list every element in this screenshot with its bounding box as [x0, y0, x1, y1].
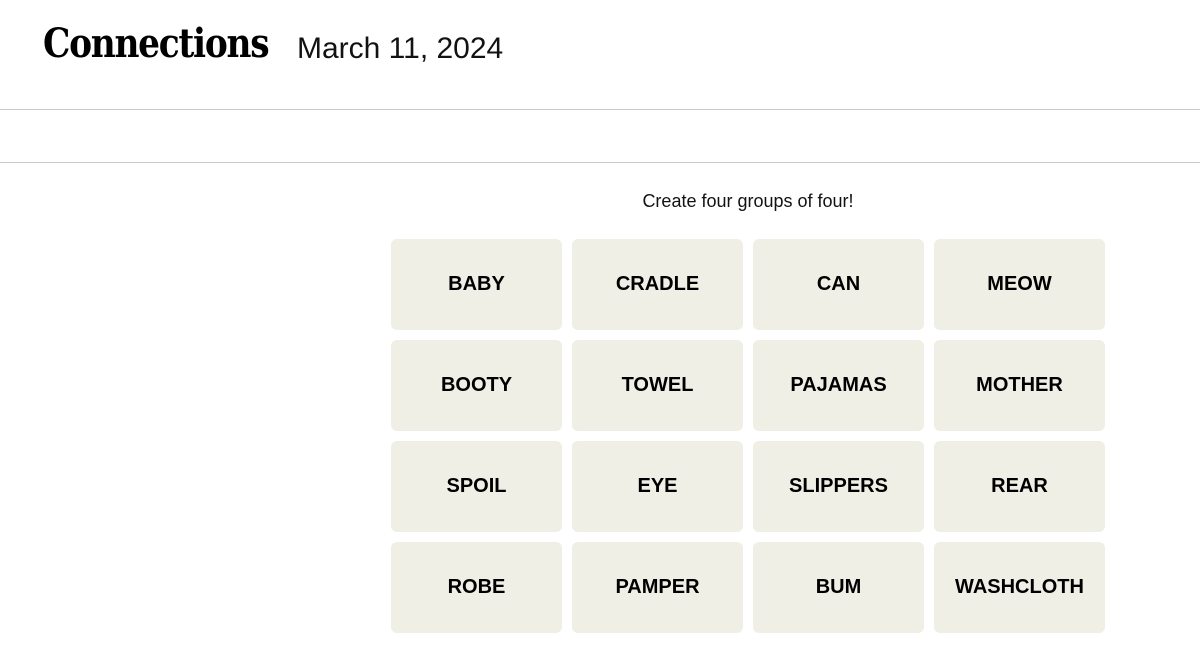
word-tile[interactable]: TOWEL — [572, 340, 743, 431]
word-tile[interactable]: PAMPER — [572, 542, 743, 633]
word-grid: BABY CRADLE CAN MEOW BOOTY TOWEL PAJAMAS… — [391, 239, 1105, 633]
word-tile[interactable]: EYE — [572, 441, 743, 532]
puzzle-date: March 11, 2024 — [297, 32, 504, 65]
toolbar-bar — [0, 110, 1200, 163]
instruction-text: Create four groups of four! — [642, 191, 854, 211]
page-header: Connections March 11, 2024 — [0, 0, 1200, 110]
word-tile[interactable]: CRADLE — [572, 239, 743, 330]
word-tile[interactable]: BUM — [753, 542, 924, 633]
word-tile[interactable]: CAN — [753, 239, 924, 330]
word-tile[interactable]: MEOW — [934, 239, 1105, 330]
word-tile[interactable]: REAR — [934, 441, 1105, 532]
word-tile[interactable]: WASHCLOTH — [934, 542, 1105, 633]
word-tile[interactable]: SPOIL — [391, 441, 562, 532]
word-tile[interactable]: PAJAMAS — [753, 340, 924, 431]
word-tile[interactable]: BABY — [391, 239, 562, 330]
word-tile[interactable]: MOTHER — [934, 340, 1105, 431]
game-title: Connections — [43, 20, 270, 67]
word-tile[interactable]: ROBE — [391, 542, 562, 633]
word-tile[interactable]: BOOTY — [391, 340, 562, 431]
word-tile[interactable]: SLIPPERS — [753, 441, 924, 532]
